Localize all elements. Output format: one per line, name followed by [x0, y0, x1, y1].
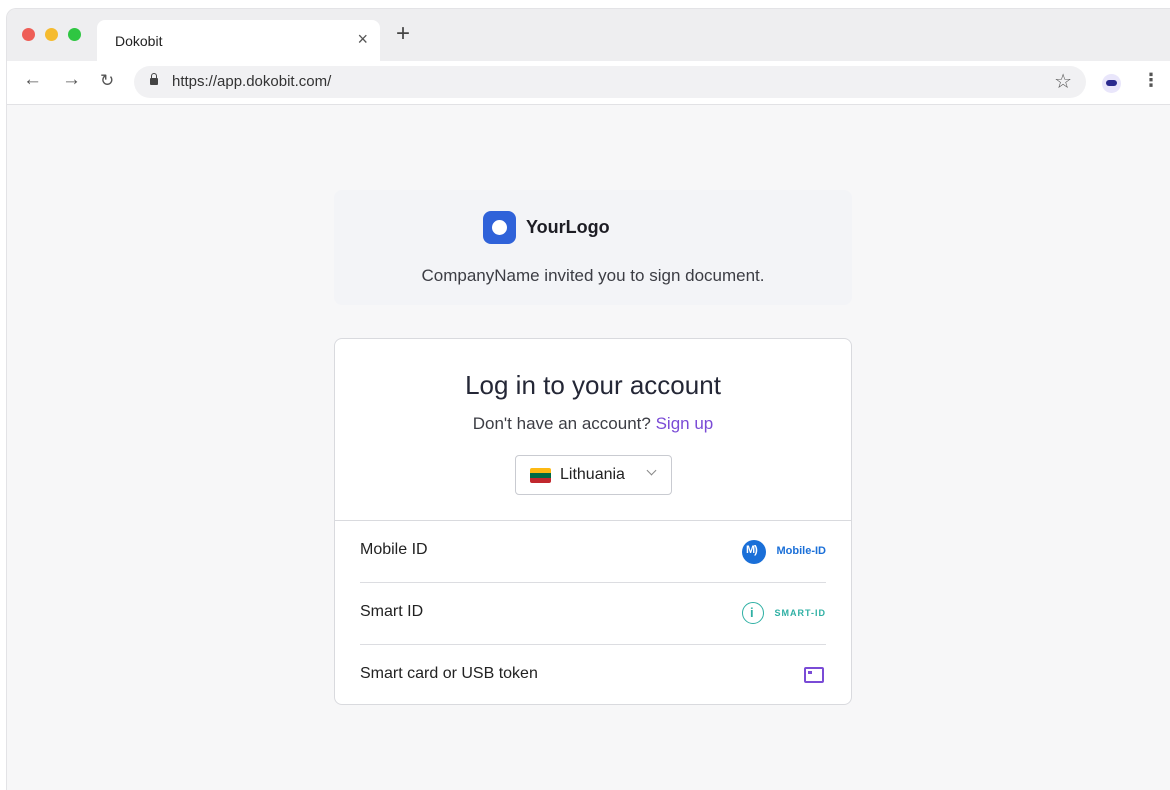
browser-toolbar: ← → ↻ https://app.dokobit.com/ ☆ ⋮ [7, 61, 1170, 105]
star-icon[interactable]: ☆ [1054, 69, 1072, 94]
login-card: Log in to your account Don't have an acc… [334, 338, 852, 705]
no-account-text: Don't have an account? [472, 414, 651, 433]
url-text[interactable]: https://app.dokobit.com/ [172, 73, 331, 90]
tab-dokobit[interactable]: Dokobit × [97, 20, 380, 61]
smart-id-logo-text: SMART-ID [774, 608, 826, 618]
tab-title: Dokobit [115, 33, 163, 49]
method-label: Smart ID [360, 603, 424, 620]
method-label: Mobile ID [360, 541, 428, 558]
company-logo-text: YourLogo [526, 217, 610, 237]
new-tab-icon[interactable]: + [396, 22, 410, 46]
smart-card-option[interactable]: Smart card or USB token [360, 645, 826, 706]
chevron-down-icon [646, 465, 657, 476]
address-bar[interactable]: https://app.dokobit.com/ ☆ [134, 66, 1086, 98]
tab-bar: Dokobit × + [7, 9, 1170, 61]
back-arrow-icon[interactable]: ← [23, 69, 42, 91]
mobile-id-option[interactable]: Mobile ID M) Mobile-ID [360, 521, 826, 583]
invite-message: CompanyName invited you to sign document… [421, 266, 765, 285]
company-logo-icon [483, 211, 516, 244]
country-select[interactable]: Lithuania [515, 455, 672, 495]
smart-card-icon [804, 667, 824, 683]
mobile-id-logo: M) Mobile-ID [740, 540, 826, 564]
signup-prompt: Don't have an account? Sign up [335, 414, 851, 434]
mobile-id-logo-text: Mobile-ID [776, 545, 827, 557]
maximize-window-button[interactable] [68, 28, 81, 41]
close-window-button[interactable] [22, 28, 35, 41]
country-name: Lithuania [560, 466, 625, 483]
lithuania-flag-icon [530, 468, 551, 483]
mobile-id-icon: M) [742, 540, 766, 564]
smart-id-logo: i SMART-ID [742, 602, 826, 626]
signup-link[interactable]: Sign up [656, 414, 714, 433]
forward-arrow-icon[interactable]: → [62, 69, 81, 91]
close-icon[interactable]: × [357, 29, 368, 50]
extension-icon[interactable] [1102, 74, 1121, 93]
menu-dots-icon[interactable]: ⋮ [1142, 70, 1160, 91]
lock-icon [150, 73, 158, 85]
smart-id-option[interactable]: Smart ID i SMART-ID [360, 583, 826, 645]
reload-icon[interactable]: ↻ [100, 71, 114, 91]
smart-id-icon: i [742, 602, 764, 624]
method-label: Smart card or USB token [360, 665, 538, 682]
minimize-window-button[interactable] [45, 28, 58, 41]
invite-banner: YourLogo CompanyName invited you to sign… [334, 190, 852, 305]
login-title: Log in to your account [465, 370, 721, 400]
browser-window: Dokobit × + ← → ↻ https://app.dokobit.co… [6, 8, 1170, 790]
